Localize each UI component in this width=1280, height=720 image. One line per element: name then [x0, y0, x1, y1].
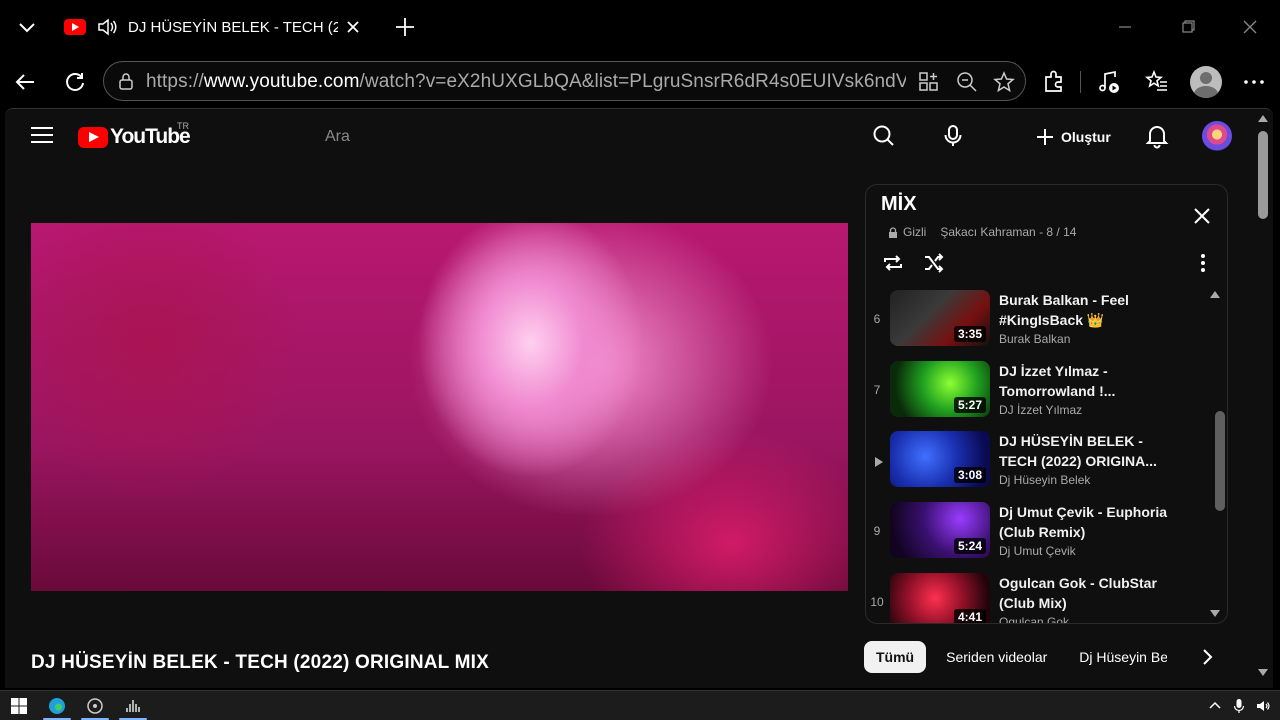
playlist-owner-progress[interactable]: Şakacı Kahraman - 8 / 14: [940, 225, 1076, 239]
duration-badge: 4:41: [953, 609, 986, 623]
volume-tray-icon[interactable]: [1255, 698, 1271, 714]
search-icon[interactable]: [871, 123, 897, 149]
playlist-item-title[interactable]: Burak Balkan - Feel #KingIsBack 👑: [999, 290, 1179, 330]
browser-toolbar: https://www.youtube.com/watch?v=eX2hUXGL…: [0, 54, 1280, 110]
duration-badge: 5:24: [953, 538, 986, 554]
lock-icon[interactable]: [116, 71, 136, 91]
chip-series-videos[interactable]: Seriden videolar: [934, 641, 1059, 673]
now-playing-icon: [875, 457, 883, 467]
video-thumbnail[interactable]: 4:41: [890, 573, 990, 623]
youtube-page: YouTube TR Ara Oluştur DJ HÜSEYİN BELEK …: [5, 108, 1273, 688]
privacy-label: Gizli: [903, 225, 927, 239]
playlist-item-title[interactable]: Dj Umut Çevik - Euphoria (Club Remix): [999, 502, 1179, 542]
playlist-item-title[interactable]: Ogulcan Gok - ClubStar (Club Mix): [999, 573, 1179, 613]
favorites-collection-icon[interactable]: [1143, 68, 1171, 96]
back-arrow-icon[interactable]: [12, 68, 40, 96]
menu-icon[interactable]: [31, 127, 53, 145]
video-title: DJ HÜSEYİN BELEK - TECH (2022) ORIGINAL …: [31, 652, 489, 673]
playlist-title[interactable]: MİX: [881, 193, 917, 216]
close-playlist-icon[interactable]: [1192, 206, 1212, 226]
tab-title: DJ HÜSEYİN BELEK - TECH (2022) ORIGINAL …: [128, 18, 338, 36]
playlist-item-channel[interactable]: Dj Umut Çevik: [999, 544, 1076, 558]
playlist-item-channel[interactable]: Burak Balkan: [999, 332, 1070, 346]
speaker-icon[interactable]: [96, 15, 120, 39]
page-scroll-down-arrow[interactable]: [1258, 669, 1268, 676]
address-bar[interactable]: https://www.youtube.com/watch?v=eX2hUXGL…: [103, 61, 1026, 101]
tab-list-chevron-icon[interactable]: [14, 14, 40, 40]
video-thumbnail[interactable]: 3:08: [890, 431, 990, 487]
duration-badge: 3:35: [953, 326, 986, 342]
favorite-star-icon[interactable]: [992, 70, 1016, 94]
chip-channel[interactable]: Dj Hüseyin Belek: [1067, 641, 1167, 673]
apps-icon[interactable]: [917, 70, 941, 94]
playlist-meta: Gizli Şakacı Kahraman - 8 / 14: [888, 225, 1076, 239]
playlist-item-current[interactable]: 3:08 DJ HÜSEYİN BELEK - TECH (2022) ORIG…: [866, 427, 1206, 497]
account-avatar[interactable]: [1202, 121, 1232, 151]
windows-taskbar: [0, 690, 1280, 720]
close-window-icon[interactable]: [1237, 14, 1263, 40]
playlist-item-index: 10: [870, 595, 884, 609]
chevron-up-icon[interactable]: [1207, 698, 1223, 714]
playlist-more-icon[interactable]: [1200, 253, 1206, 273]
new-tab-plus-icon[interactable]: [392, 14, 418, 40]
playlist-item-index: 7: [873, 383, 881, 397]
playlist-scrollbar-thumb[interactable]: [1215, 411, 1225, 511]
loop-icon[interactable]: [881, 251, 905, 275]
duration-badge: 5:27: [953, 397, 986, 413]
search-input[interactable]: Ara: [325, 128, 350, 146]
toolbar-divider: [1080, 71, 1081, 93]
restore-icon[interactable]: [1175, 14, 1201, 40]
profile-avatar[interactable]: [1190, 66, 1222, 98]
video-thumbnail[interactable]: 5:24: [890, 502, 990, 558]
windows-start-icon[interactable]: [8, 695, 30, 717]
media-control-icon[interactable]: [1095, 68, 1123, 96]
playlist-item-index: 9: [873, 524, 881, 538]
playlist-item-index: 6: [873, 312, 881, 326]
page-scroll-up-arrow[interactable]: [1258, 115, 1268, 122]
playlist-item[interactable]: 9 5:24 Dj Umut Çevik - Euphoria (Club Re…: [866, 498, 1206, 568]
microphone-tray-icon[interactable]: [1231, 698, 1247, 714]
country-code: TR: [177, 121, 189, 131]
create-button[interactable]: Oluştur: [1035, 123, 1111, 151]
related-filter-chips: Tümü Seriden videolar Dj Hüseyin Belek: [864, 641, 1175, 673]
app-icon[interactable]: [84, 695, 106, 717]
video-player[interactable]: [31, 223, 848, 591]
refresh-icon[interactable]: [61, 68, 89, 96]
duration-badge: 3:08: [953, 467, 986, 483]
more-menu-icon[interactable]: [1240, 68, 1268, 96]
private-lock-icon: [889, 226, 897, 238]
playlist-item-channel[interactable]: Dj Hüseyin Belek: [999, 473, 1090, 487]
url-text[interactable]: https://www.youtube.com/watch?v=eX2hUXGL…: [146, 71, 906, 93]
audio-app-icon[interactable]: [122, 695, 144, 717]
playlist-item[interactable]: 10 4:41 Ogulcan Gok - ClubStar (Club Mix…: [866, 569, 1206, 623]
playlist-item-channel[interactable]: Ogulcan Gok: [999, 615, 1069, 623]
playlist-item-title[interactable]: DJ HÜSEYİN BELEK - TECH (2022) ORIGINA..…: [999, 431, 1179, 471]
edge-browser-icon[interactable]: [46, 695, 68, 717]
minimize-icon[interactable]: [1112, 14, 1138, 40]
playlist-scroll-down-arrow[interactable]: [1210, 610, 1220, 617]
playlist-item-channel[interactable]: DJ İzzet Yılmaz: [999, 403, 1082, 417]
notifications-bell-icon[interactable]: [1144, 123, 1170, 149]
browser-titlebar: DJ HÜSEYİN BELEK - TECH (2022) ORIGINAL …: [0, 0, 1280, 54]
video-thumbnail[interactable]: 5:27: [890, 361, 990, 417]
browser-tab[interactable]: DJ HÜSEYİN BELEK - TECH (2022) ORIGINAL …: [54, 8, 378, 46]
youtube-favicon-icon: [64, 19, 86, 35]
youtube-logo[interactable]: YouTube: [78, 125, 191, 149]
playlist-panel: MİX Gizli Şakacı Kahraman - 8 / 14 6 3:3…: [865, 184, 1228, 624]
microphone-icon[interactable]: [940, 123, 966, 149]
youtube-play-logo-icon: [78, 126, 108, 148]
chevron-right-icon[interactable]: [1197, 647, 1217, 667]
page-scrollbar-thumb[interactable]: [1258, 131, 1268, 219]
playlist-item-title[interactable]: DJ İzzet Yılmaz - Tomorrowland !...: [999, 361, 1179, 401]
playlist-item[interactable]: 6 3:35 Burak Balkan - Feel #KingIsBack 👑…: [866, 286, 1206, 356]
shuffle-icon[interactable]: [922, 251, 946, 275]
playlist-scroll-up-arrow[interactable]: [1210, 291, 1220, 298]
close-tab-icon[interactable]: [344, 18, 362, 36]
zoom-icon[interactable]: [955, 70, 979, 94]
chip-all[interactable]: Tümü: [864, 641, 927, 673]
extensions-puzzle-icon[interactable]: [1040, 68, 1068, 96]
plus-icon: [1037, 129, 1053, 145]
playlist-item[interactable]: 7 5:27 DJ İzzet Yılmaz - Tomorrowland !.…: [866, 357, 1206, 427]
video-thumbnail[interactable]: 3:35: [890, 290, 990, 346]
